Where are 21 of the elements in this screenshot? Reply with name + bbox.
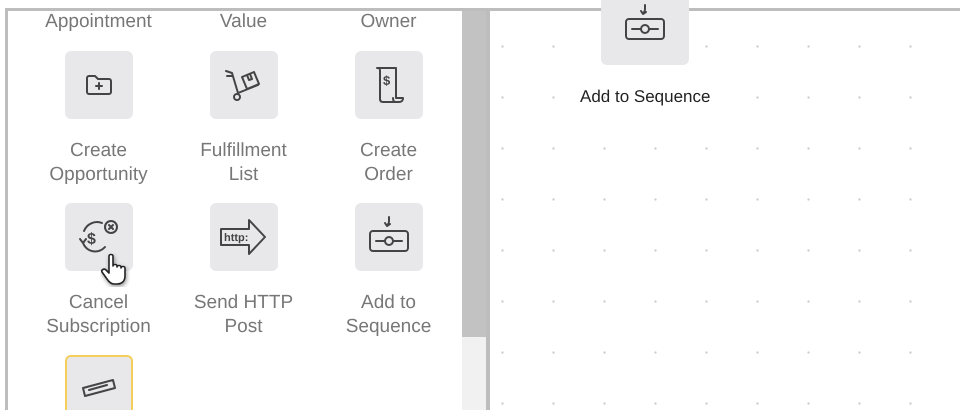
action-tile[interactable] bbox=[354, 203, 422, 271]
action-tile[interactable]: $ bbox=[64, 203, 132, 271]
action-label: Add to Sequence bbox=[346, 291, 432, 339]
node-label: Add to Sequence bbox=[580, 87, 710, 107]
action-tile[interactable]: http: bbox=[210, 203, 278, 271]
action-label: Appointment bbox=[44, 11, 153, 33]
action-label: Owner bbox=[360, 11, 418, 33]
action-label: Value bbox=[218, 11, 268, 33]
action-tile[interactable] bbox=[64, 51, 132, 119]
action-label: Cancel Subscription bbox=[46, 291, 151, 339]
action-label: Fulfillment List bbox=[200, 139, 287, 187]
action-tile[interactable]: $ bbox=[354, 51, 422, 119]
action-tile[interactable] bbox=[210, 51, 278, 119]
action-label: Create Order bbox=[360, 139, 418, 187]
http-arrow-icon: http: bbox=[218, 217, 268, 257]
scrollbar-thumb[interactable] bbox=[462, 11, 486, 337]
folder-plus-icon bbox=[84, 74, 112, 96]
action-tile[interactable] bbox=[64, 355, 132, 410]
canvas-node[interactable] bbox=[601, 0, 690, 65]
action-label: Create Opportunity bbox=[49, 139, 148, 187]
action-label: Send HTTP Post bbox=[194, 291, 294, 339]
